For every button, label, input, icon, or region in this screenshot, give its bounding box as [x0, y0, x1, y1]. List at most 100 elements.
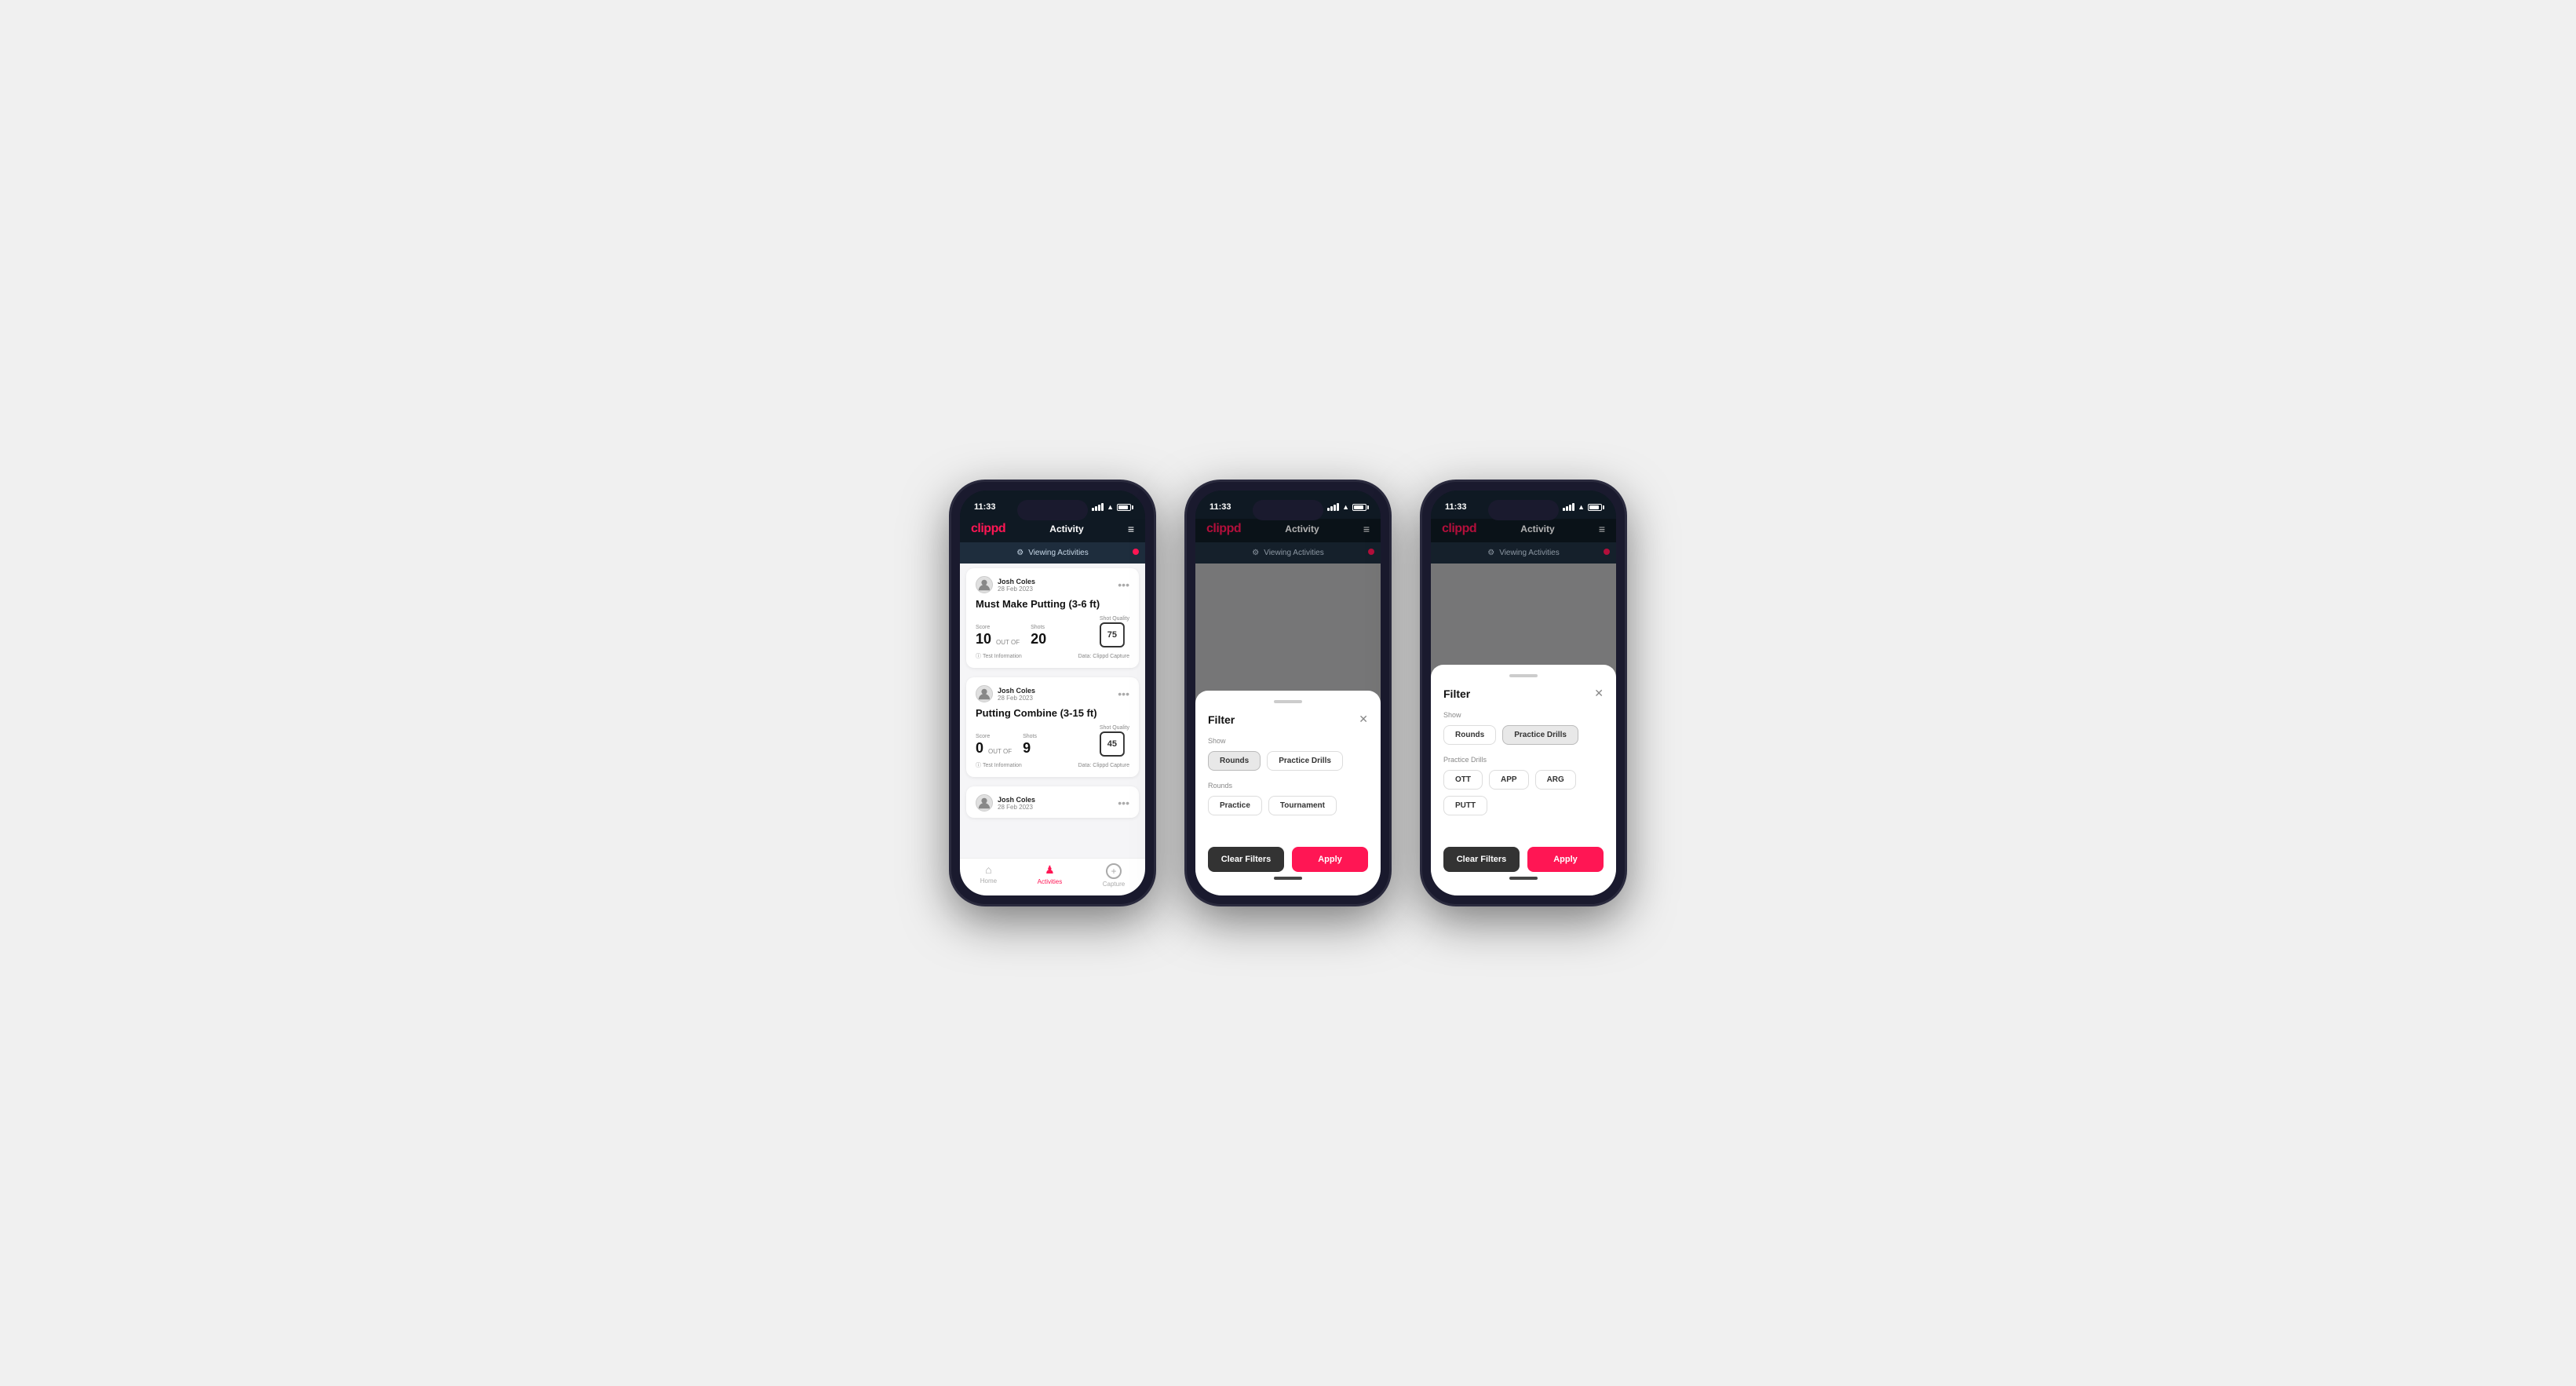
user-info-2: Josh Coles 28 Feb 2023 — [998, 687, 1035, 702]
logo-1: clippd — [971, 522, 1005, 536]
content-3: Filter ✕ Show Rounds Practice Drills Pra… — [1431, 564, 1616, 895]
app-header-1: clippd Activity ≡ — [960, 519, 1145, 542]
drills-chips-3: OTT APP ARG PUTT — [1443, 770, 1604, 815]
avatar-2 — [976, 685, 993, 702]
phone-1: 11:33 ▲ clippd Activity — [950, 481, 1155, 905]
user-date-1: 28 Feb 2023 — [998, 585, 1035, 593]
wifi-icon-3: ▲ — [1578, 503, 1585, 511]
content-1: Josh Coles 28 Feb 2023 ••• Must Make Put… — [960, 564, 1145, 858]
card-footer-2: ⓘ Test Information Data: Clippd Capture — [976, 761, 1129, 769]
chip-ott-3[interactable]: OTT — [1443, 770, 1483, 790]
phone-2: 11:33 ▲ clippd Activity — [1186, 481, 1390, 905]
practice-drills-label-3: Practice Drills — [1443, 756, 1604, 764]
logo-3: clippd — [1442, 522, 1476, 536]
close-button-2[interactable]: ✕ — [1359, 713, 1368, 726]
score-value-2: 0 — [976, 740, 983, 757]
filter-header-3: Filter ✕ — [1443, 687, 1604, 700]
chip-tournament-2[interactable]: Tournament — [1268, 796, 1337, 815]
menu-icon-2: ≡ — [1363, 523, 1370, 535]
stats-row-1: Score 10 OUT OF Shots 20 Shot Quality — [976, 616, 1129, 647]
signal-bar-2 — [1095, 506, 1097, 511]
signal-bar-1 — [1092, 508, 1094, 511]
card-header-2: Josh Coles 28 Feb 2023 ••• — [976, 685, 1129, 702]
content-2: Filter ✕ Show Rounds Practice Drills Rou… — [1195, 564, 1381, 895]
shots-group-2: Shots 9 — [1023, 734, 1037, 757]
phone-notch-3 — [1488, 500, 1559, 520]
more-dots-3[interactable]: ••• — [1118, 797, 1129, 809]
nav-capture-label-1: Capture — [1103, 881, 1125, 888]
viewing-bar-2: ⚙ Viewing Activities — [1195, 542, 1381, 564]
nav-activities-label-1: Activities — [1038, 878, 1063, 885]
rounds-chips-2: Practice Tournament — [1208, 796, 1368, 815]
shots-label-2: Shots — [1023, 734, 1037, 739]
viewing-bar-3: ⚙ Viewing Activities — [1431, 542, 1616, 564]
bottom-handle-2 — [1274, 877, 1302, 880]
chip-practice-2[interactable]: Practice — [1208, 796, 1262, 815]
viewing-bar-1[interactable]: ⚙ Viewing Activities — [960, 542, 1145, 564]
wifi-icon-1: ▲ — [1107, 503, 1114, 511]
avatar-3 — [976, 794, 993, 812]
more-dots-1[interactable]: ••• — [1118, 578, 1129, 591]
chip-arg-3[interactable]: ARG — [1535, 770, 1576, 790]
quality-badge-1: 75 — [1100, 622, 1125, 647]
phones-container: 11:33 ▲ clippd Activity — [950, 481, 1626, 905]
data-source-2: Data: Clippd Capture — [1078, 763, 1129, 768]
chip-practice-drills-3[interactable]: Practice Drills — [1502, 725, 1578, 745]
out-of-1: OUT OF — [996, 639, 1020, 647]
capture-icon-1: + — [1106, 863, 1122, 879]
apply-button-2[interactable]: Apply — [1292, 847, 1368, 872]
chip-app-3[interactable]: APP — [1489, 770, 1529, 790]
card-header-1: Josh Coles 28 Feb 2023 ••• — [976, 576, 1129, 593]
status-time-1: 11:33 — [974, 502, 996, 512]
show-label-3: Show — [1443, 711, 1604, 719]
phone-notch-2 — [1253, 500, 1323, 520]
chip-rounds-2[interactable]: Rounds — [1208, 751, 1261, 771]
chip-practice-drills-2[interactable]: Practice Drills — [1267, 751, 1343, 771]
show-label-2: Show — [1208, 737, 1368, 745]
activity-title-2: Putting Combine (3-15 ft) — [976, 707, 1129, 719]
battery-icon-3 — [1588, 504, 1602, 511]
activity-card-1: Josh Coles 28 Feb 2023 ••• Must Make Put… — [966, 568, 1139, 668]
bottom-handle-3 — [1509, 877, 1538, 880]
score-group-1: Score 10 OUT OF — [976, 625, 1021, 647]
filter-overlay-2: Filter ✕ Show Rounds Practice Drills Rou… — [1195, 564, 1381, 895]
filter-buttons-3: Clear Filters Apply — [1443, 847, 1604, 872]
quality-group-2: Shot Quality 45 — [1100, 725, 1129, 757]
user-name-1: Josh Coles — [998, 578, 1035, 585]
nav-home-1[interactable]: ⌂ Home — [980, 863, 997, 888]
user-date-2: 28 Feb 2023 — [998, 695, 1035, 702]
activity-card-2: Josh Coles 28 Feb 2023 ••• Putting Combi… — [966, 677, 1139, 777]
stats-row-2: Score 0 OUT OF Shots 9 Shot Quality — [976, 725, 1129, 757]
test-info-2: ⓘ Test Information — [976, 761, 1022, 769]
apply-button-3[interactable]: Apply — [1527, 847, 1604, 872]
filter-sheet-3: Filter ✕ Show Rounds Practice Drills Pra… — [1431, 665, 1616, 895]
close-button-3[interactable]: ✕ — [1594, 687, 1604, 700]
chip-rounds-3[interactable]: Rounds — [1443, 725, 1496, 745]
filter-title-2: Filter — [1208, 713, 1235, 726]
header-title-1: Activity — [1049, 523, 1083, 534]
score-value-1: 10 — [976, 631, 991, 647]
app-header-3: clippd Activity ≡ — [1431, 519, 1616, 542]
filter-handle-2 — [1274, 700, 1302, 703]
avatar-1 — [976, 576, 993, 593]
status-icons-3: ▲ — [1563, 503, 1602, 511]
card-footer-1: ⓘ Test Information Data: Clippd Capture — [976, 652, 1129, 660]
shots-label-1: Shots — [1031, 625, 1046, 630]
viewing-bar-text-1: Viewing Activities — [1028, 549, 1089, 557]
clear-filters-button-3[interactable]: Clear Filters — [1443, 847, 1520, 872]
menu-icon-1[interactable]: ≡ — [1128, 523, 1134, 535]
chip-putt-3[interactable]: PUTT — [1443, 796, 1487, 815]
nav-capture-1[interactable]: + Capture — [1103, 863, 1125, 888]
filter-overlay-3: Filter ✕ Show Rounds Practice Drills Pra… — [1431, 564, 1616, 895]
clear-filters-button-2[interactable]: Clear Filters — [1208, 847, 1284, 872]
filter-buttons-2: Clear Filters Apply — [1208, 847, 1368, 872]
more-dots-2[interactable]: ••• — [1118, 688, 1129, 700]
nav-activities-1[interactable]: ♟ Activities — [1038, 863, 1063, 888]
home-icon-1: ⌂ — [985, 863, 991, 876]
score-label-1: Score — [976, 625, 1021, 630]
status-icons-1: ▲ — [1092, 503, 1131, 511]
filter-header-2: Filter ✕ — [1208, 713, 1368, 726]
bottom-nav-1: ⌂ Home ♟ Activities + Capture — [960, 858, 1145, 895]
shots-value-1: 20 — [1031, 631, 1046, 647]
filter-icon-3: ⚙ — [1487, 549, 1494, 557]
